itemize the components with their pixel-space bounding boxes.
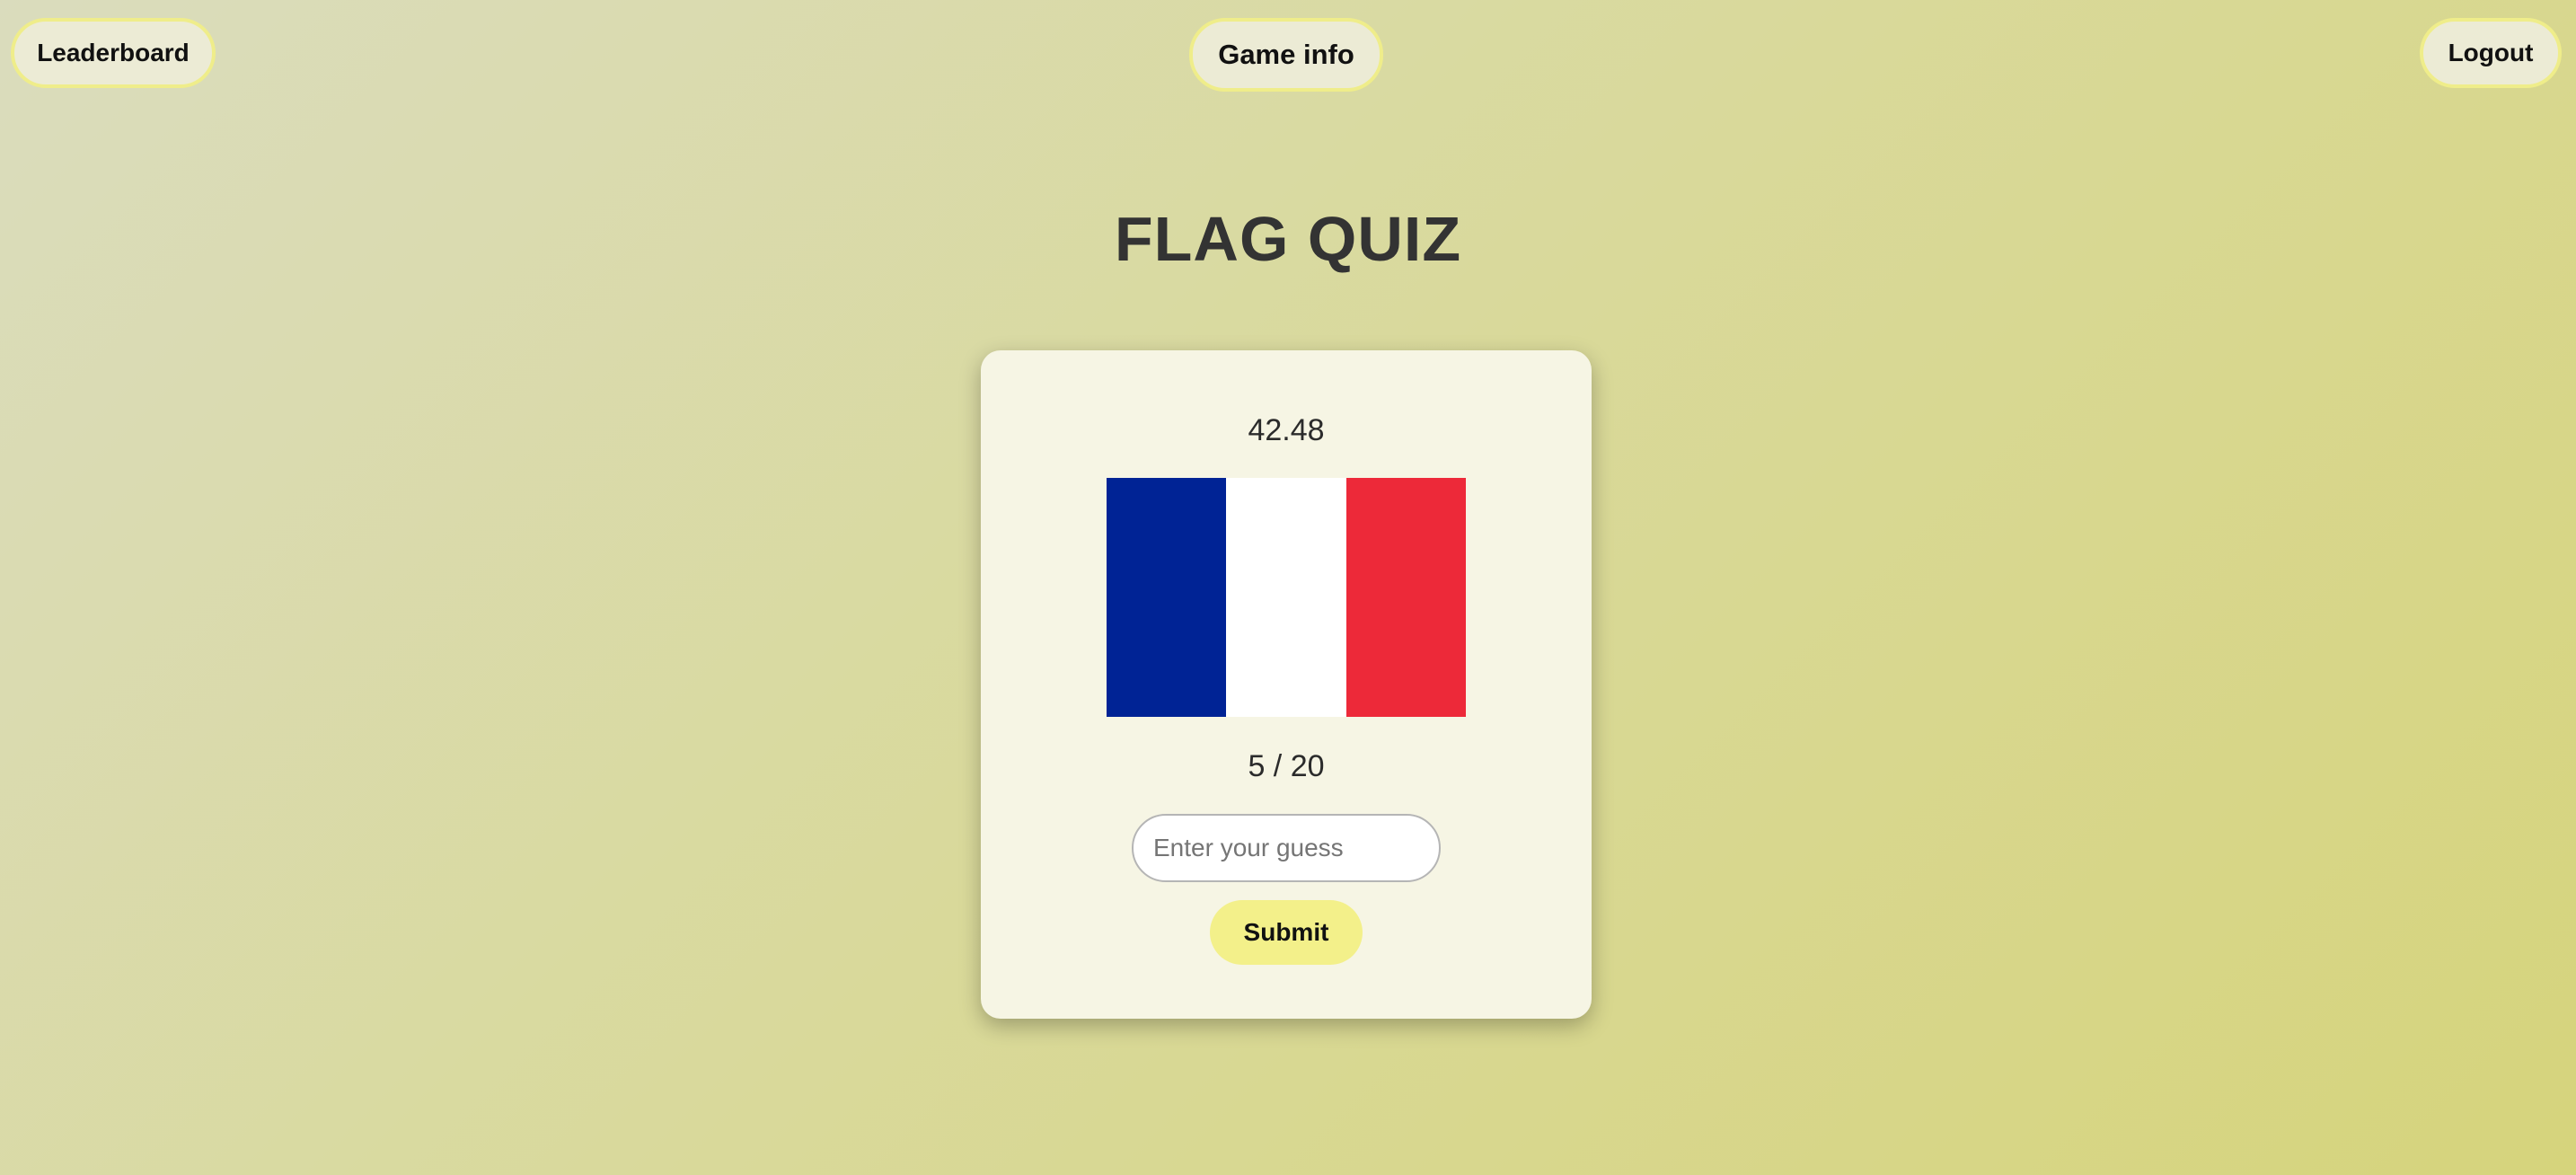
logout-button[interactable]: Logout xyxy=(2420,18,2562,88)
game-info-button[interactable]: Game info xyxy=(1189,18,1383,92)
flag-image xyxy=(1107,478,1466,717)
quiz-card: 42.48 5 / 20 Submit xyxy=(981,350,1592,1019)
guess-input[interactable] xyxy=(1132,814,1441,882)
leaderboard-button[interactable]: Leaderboard xyxy=(11,18,216,88)
page-title: FLAG QUIZ xyxy=(1114,204,1462,274)
submit-button[interactable]: Submit xyxy=(1210,900,1363,965)
flag-stripe-blue xyxy=(1107,478,1227,717)
flag-stripe-white xyxy=(1226,478,1346,717)
timer-display: 42.48 xyxy=(1248,413,1325,447)
flag-stripe-red xyxy=(1345,478,1466,717)
question-progress: 5 / 20 xyxy=(1248,749,1325,783)
